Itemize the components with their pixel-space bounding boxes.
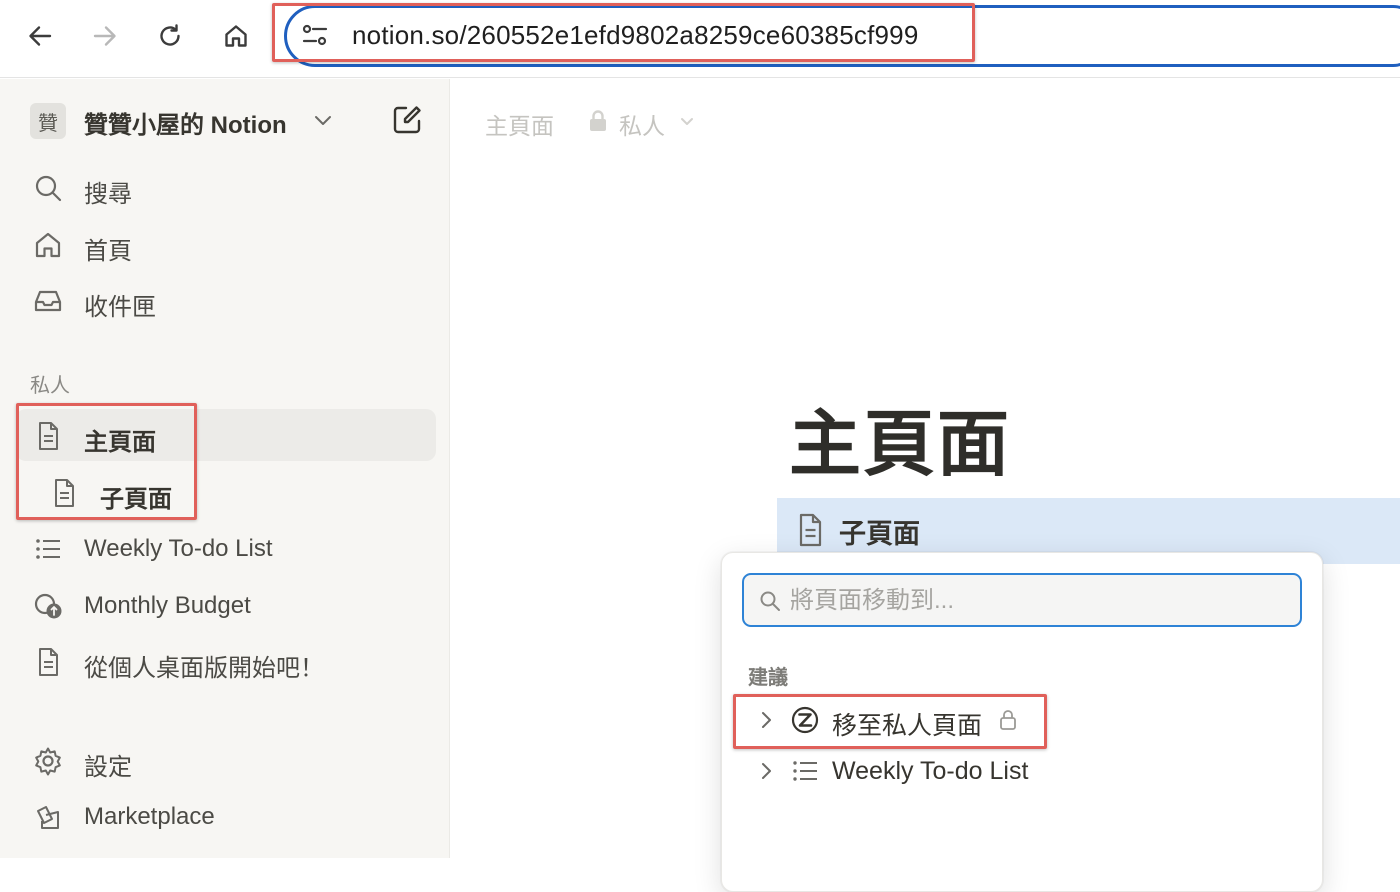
sidebar-page-monthly-budget[interactable]: Monthly Budget [16,579,436,631]
move-option-private-pages[interactable]: 移至私人頁面 [746,697,1306,743]
search-icon [760,591,780,611]
lock-icon [590,110,606,131]
page-title[interactable]: 主頁面 [789,385,1011,490]
sidebar-item-label: 首頁 [84,238,132,265]
list-icon [30,534,66,564]
subpage-link[interactable]: 子頁面 [839,512,920,553]
arrow-right-icon [93,26,116,46]
sidebar-item-label: 收件匣 [84,294,156,321]
sidebar-item-label: 從個人桌面版開始吧！ [84,655,324,682]
home-icon [30,230,66,260]
house-icon [225,25,247,47]
list-icon [793,761,817,781]
home-button[interactable] [216,16,256,56]
move-option-label: 移至私人頁面 [832,712,983,740]
sidebar-item-inbox[interactable]: 收件匣 [16,274,436,326]
chevron-down-icon[interactable] [312,109,334,131]
chevron-right-icon[interactable] [756,709,776,731]
sidebar-page-main[interactable]: 主頁面 [16,409,436,461]
browser-toolbar: notion.so/260552e1efd9802a8259ce60385cf9… [0,0,1400,78]
move-to-popup: 建議 移至私人頁面 Weekly To-do List [721,552,1323,892]
suggestions-label: 建議 [748,667,788,689]
forward-button[interactable] [85,16,125,56]
page-icon [30,421,66,451]
breadcrumb-page[interactable]: 主頁面 [485,107,554,141]
workspace-name[interactable]: 贊贊小屋的 Notion [84,105,287,140]
page-icon [799,513,822,547]
sidebar-page-getting-started[interactable]: 從個人桌面版開始吧！ [16,635,436,687]
sidebar-item-label: 設定 [84,754,132,781]
breadcrumb-visibility[interactable]: 私人 [619,107,665,141]
back-button[interactable] [20,16,60,56]
reload-icon [160,24,180,46]
section-label-private: 私人 [30,375,70,397]
sidebar-item-label: Monthly Budget [84,592,251,619]
inbox-icon [30,286,66,316]
sidebar-item-marketplace[interactable]: Marketplace [16,790,436,842]
arrow-left-icon [29,26,52,46]
private-workspace-icon [791,706,819,734]
url-text[interactable]: notion.so/260552e1efd9802a8259ce60385cf9… [352,20,918,51]
search-icon [30,173,66,203]
marketplace-icon [30,802,66,832]
sidebar-item-label: 子頁面 [100,486,172,513]
sidebar-item-label: Weekly To-do List [84,535,273,562]
settings-icon [30,746,66,776]
sidebar: 贊 贊贊小屋的 Notion 搜尋 首頁 收件匣 私人 主頁面 子頁面 Week… [0,79,450,858]
move-search-box[interactable] [742,573,1302,627]
reload-button[interactable] [150,16,190,56]
budget-icon [30,591,66,621]
page-icon [46,478,82,508]
sidebar-page-sub[interactable]: 子頁面 [16,466,436,518]
sidebar-page-weekly-todo[interactable]: Weekly To-do List [16,522,436,574]
sidebar-item-search[interactable]: 搜尋 [16,161,436,213]
move-option-label: Weekly To-do List [832,757,1029,785]
sidebar-item-settings[interactable]: 設定 [16,734,436,786]
workspace-avatar[interactable]: 贊 [30,103,66,139]
sidebar-item-label: 搜尋 [84,181,132,208]
chevron-right-icon[interactable] [756,760,776,782]
sidebar-item-home[interactable]: 首頁 [16,218,436,270]
sidebar-item-label: 主頁面 [84,429,156,456]
sidebar-item-label: Marketplace [84,803,215,830]
chevron-down-icon[interactable] [679,113,695,129]
page-icon [30,647,66,677]
lock-icon [1000,710,1016,730]
move-search-input[interactable] [790,583,1290,619]
new-page-icon[interactable] [390,103,424,137]
move-option-weekly-todo[interactable]: Weekly To-do List [746,748,1306,794]
site-settings-icon[interactable] [300,20,330,50]
